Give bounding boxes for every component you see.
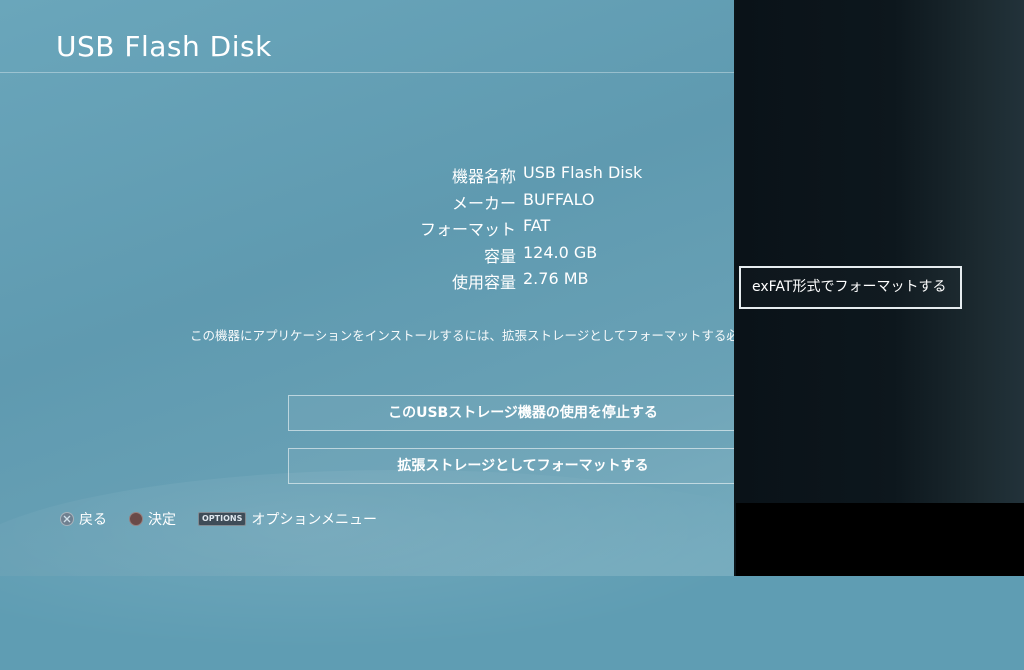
info-value: BUFFALO <box>523 189 595 209</box>
menu-item-format-exfat[interactable]: exFAT形式でフォーマットする <box>739 266 962 309</box>
info-row-format: フォーマット FAT <box>330 216 730 243</box>
button-hints: 戻る 決定 OPTIONS オプションメニュー <box>60 508 399 530</box>
info-row-manufacturer: メーカー BUFFALO <box>330 190 730 217</box>
circle-button-icon <box>129 512 143 526</box>
info-value: 2.76 MB <box>523 269 589 288</box>
info-label: 容量 <box>483 246 516 266</box>
info-value: USB Flash Disk <box>523 163 643 182</box>
info-label: フォーマット <box>419 220 516 239</box>
options-label: オプションメニュー <box>251 512 377 528</box>
confirm-hint[interactable]: 決定 <box>129 509 176 529</box>
stop-using-usb-button[interactable]: このUSBストレージ機器の使用を停止する <box>288 395 758 431</box>
info-label: メーカー <box>451 193 516 213</box>
info-label: 使用容量 <box>451 273 516 292</box>
options-panel <box>736 0 1024 503</box>
format-extended-storage-button[interactable]: 拡張ストレージとしてフォーマットする <box>288 448 758 484</box>
options-hint[interactable]: OPTIONS オプションメニュー <box>198 509 377 529</box>
confirm-label: 決定 <box>148 512 176 528</box>
title-divider <box>0 72 736 73</box>
info-value: 124.0 GB <box>523 242 598 262</box>
page-title: USB Flash Disk <box>56 30 272 63</box>
cross-button-icon <box>60 512 74 526</box>
info-value: FAT <box>523 216 551 235</box>
device-info: 機器名称 USB Flash Disk メーカー BUFFALO フォーマット … <box>330 163 730 296</box>
back-label: 戻る <box>79 512 107 528</box>
info-label: 機器名称 <box>451 167 516 186</box>
info-row-used: 使用容量 2.76 MB <box>330 269 730 296</box>
options-panel-footer <box>736 503 1024 576</box>
info-row-device-name: 機器名称 USB Flash Disk <box>330 163 730 190</box>
back-hint[interactable]: 戻る <box>60 509 107 529</box>
background-wave <box>0 470 850 670</box>
options-button-icon: OPTIONS <box>198 512 247 526</box>
info-row-capacity: 容量 124.0 GB <box>330 243 730 270</box>
